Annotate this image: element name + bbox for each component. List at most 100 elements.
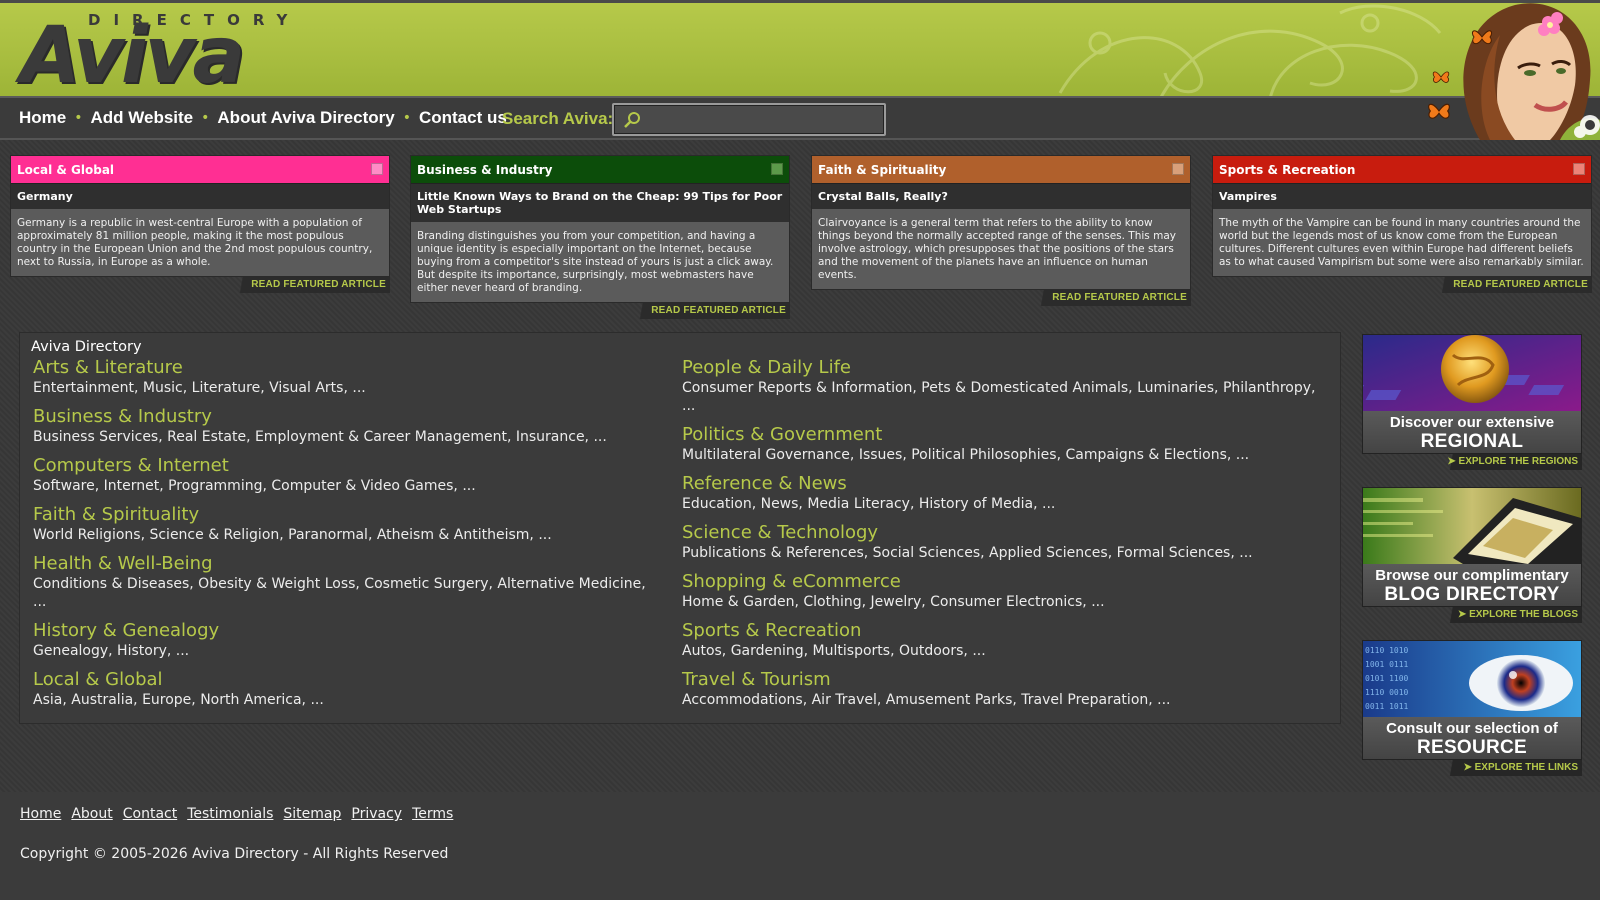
featured-category-header[interactable]: Business & Industry: [411, 156, 789, 184]
category-item: Shopping & eCommerce Home & Garden, Clot…: [682, 571, 1332, 611]
category-subcategories: Consumer Reports & Information, Pets & D…: [682, 380, 1316, 414]
explore-regions-link[interactable]: ➤ EXPLORE THE REGIONS: [1440, 454, 1582, 470]
blog-directory-banner[interactable]: Browse our complimentary BLOG DIRECTORY: [1362, 487, 1582, 607]
footer-home-link[interactable]: Home: [20, 806, 61, 822]
svg-text:0110 1010: 0110 1010: [1365, 646, 1409, 655]
category-item: Travel & Tourism Accommodations, Air Tra…: [682, 669, 1332, 709]
svg-text:1001 0111: 1001 0111: [1365, 660, 1409, 669]
featured-article-text: Germany is a republic in west-central Eu…: [17, 217, 373, 268]
arrow-right-icon: ➤: [1457, 609, 1470, 620]
category-link[interactable]: History & Genealogy: [33, 620, 663, 642]
search-input[interactable]: [646, 108, 878, 131]
directory-title: Aviva Directory: [31, 339, 142, 355]
featured-article-text: The myth of the Vampire can be found in …: [1219, 217, 1584, 268]
category-subcategories: Genealogy, History, ...: [33, 643, 190, 659]
featured-category-label: Local & Global: [17, 163, 115, 177]
featured-category-header[interactable]: Local & Global: [11, 156, 389, 184]
square-icon: [371, 163, 383, 175]
read-featured-article-link[interactable]: READ FEATURED ARTICLE: [230, 277, 390, 293]
featured-category-label: Business & Industry: [417, 163, 553, 177]
explore-blogs-link[interactable]: ➤ EXPLORE THE BLOGS: [1440, 607, 1582, 623]
featured-category-header[interactable]: Faith & Spirituality: [812, 156, 1190, 184]
category-subcategories: Software, Internet, Programming, Compute…: [33, 478, 476, 494]
nav-add-website-link[interactable]: Add Website: [91, 108, 194, 128]
footer-privacy-link[interactable]: Privacy: [351, 806, 402, 822]
category-link[interactable]: Travel & Tourism: [682, 669, 1332, 691]
laptop-image: [1363, 488, 1581, 564]
explore-links-label: EXPLORE THE LINKS: [1474, 762, 1578, 773]
category-link[interactable]: Science & Technology: [682, 522, 1332, 544]
square-icon: [771, 163, 783, 175]
directory-column-left: Arts & Literature Entertainment, Music, …: [33, 357, 663, 718]
featured-article-title[interactable]: Vampires: [1213, 184, 1591, 209]
resource-readings-banner[interactable]: 0110 1010 1001 0111 0101 1100 1110 0010 0011…: [1362, 640, 1582, 760]
category-item: Local & Global Asia, Australia, Europe, …: [33, 669, 663, 709]
eye-binary-image: 0110 1010 1001 0111 0101 1100 1110 0010 0011…: [1363, 641, 1581, 717]
category-subcategories: Entertainment, Music, Literature, Visual…: [33, 380, 366, 396]
footer-about-link[interactable]: About: [71, 806, 112, 822]
floral-swirl-decoration: [1058, 4, 1442, 96]
category-subcategories: Conditions & Diseases, Obesity & Weight …: [33, 576, 646, 610]
featured-box-sports-recreation: Sports & Recreation Vampires The myth of…: [1212, 155, 1592, 293]
banner-caption-line2: REGIONAL DIRECTORY: [1415, 431, 1528, 454]
read-featured-article-link[interactable]: READ FEATURED ARTICLE: [1432, 277, 1592, 293]
category-item: Health & Well-Being Conditions & Disease…: [33, 553, 663, 611]
footer-testimonials-link[interactable]: Testimonials: [187, 806, 273, 822]
featured-box-business-industry: Business & Industry Little Known Ways to…: [410, 155, 790, 319]
featured-article-title[interactable]: Crystal Balls, Really?: [812, 184, 1190, 209]
featured-category-label: Sports & Recreation: [1219, 163, 1356, 177]
category-link[interactable]: Computers & Internet: [33, 455, 663, 477]
footer-terms-link[interactable]: Terms: [412, 806, 453, 822]
search-icon[interactable]: [622, 110, 642, 130]
category-link[interactable]: Faith & Spirituality: [33, 504, 663, 526]
globe-keyboard-image: [1363, 335, 1581, 411]
category-item: History & Genealogy Genealogy, History, …: [33, 620, 663, 660]
search-label: Search Aviva:: [502, 109, 614, 128]
footer-sitemap-link[interactable]: Sitemap: [283, 806, 341, 822]
category-subcategories: Education, News, Media Literacy, History…: [682, 496, 1056, 512]
featured-box-local-global: Local & Global Germany Germany is a repu…: [10, 155, 390, 293]
nav-contact-link[interactable]: Contact us: [419, 108, 507, 128]
nav-links: Home • Add Website • About Aviva Directo…: [19, 108, 507, 128]
category-link[interactable]: Politics & Government: [682, 424, 1332, 446]
category-link[interactable]: People & Daily Life: [682, 357, 1332, 379]
category-item: People & Daily Life Consumer Reports & I…: [682, 357, 1332, 415]
footer-contact-link[interactable]: Contact: [123, 806, 177, 822]
category-link[interactable]: Shopping & eCommerce: [682, 571, 1332, 593]
featured-article-title[interactable]: Germany: [11, 184, 389, 209]
explore-regions-label: EXPLORE THE REGIONS: [1458, 456, 1578, 467]
logo[interactable]: Aviva: [20, 17, 245, 95]
featured-category-header[interactable]: Sports & Recreation: [1213, 156, 1591, 184]
category-link[interactable]: Health & Well-Being: [33, 553, 663, 575]
nav-about-link[interactable]: About Aviva Directory: [217, 108, 394, 128]
nav-home-link[interactable]: Home: [19, 108, 66, 128]
butterfly-icon: [1471, 30, 1493, 45]
search-box[interactable]: [612, 103, 886, 136]
explore-blogs-label: EXPLORE THE BLOGS: [1469, 609, 1578, 620]
regional-directory-banner[interactable]: Discover our extensive REGIONAL DIRECTOR…: [1362, 334, 1582, 454]
category-item: Politics & Government Multilateral Gover…: [682, 424, 1332, 464]
category-link[interactable]: Reference & News: [682, 473, 1332, 495]
category-subcategories: Asia, Australia, Europe, North America, …: [33, 692, 324, 708]
banner-caption-line1: Browse our complimentary: [1375, 567, 1569, 584]
category-subcategories: World Religions, Science & Religion, Par…: [33, 527, 552, 543]
category-link[interactable]: Sports & Recreation: [682, 620, 1332, 642]
featured-article-title[interactable]: Little Known Ways to Brand on the Cheap:…: [411, 184, 789, 222]
category-subcategories: Multilateral Governance, Issues, Politic…: [682, 447, 1250, 463]
category-link[interactable]: Arts & Literature: [33, 357, 663, 379]
site-footer: Home About Contact Testimonials Sitemap …: [0, 792, 1600, 900]
read-featured-article-link[interactable]: READ FEATURED ARTICLE: [630, 303, 790, 319]
butterfly-icon: [1428, 103, 1450, 119]
category-item: Computers & Internet Software, Internet,…: [33, 455, 663, 495]
copyright-text: Copyright © 2005-2026 Aviva Directory - …: [20, 846, 449, 862]
banner-caption-line1: Consult our selection of: [1386, 720, 1558, 737]
category-link[interactable]: Business & Industry: [33, 406, 663, 428]
category-item: Reference & News Education, News, Media …: [682, 473, 1332, 513]
category-item: Faith & Spirituality World Religions, Sc…: [33, 504, 663, 544]
read-featured-article-link[interactable]: READ FEATURED ARTICLE: [1031, 290, 1191, 306]
explore-links-link[interactable]: ➤ EXPLORE THE LINKS: [1440, 760, 1582, 776]
banner-caption: Discover our extensive REGIONAL DIRECTOR…: [1363, 411, 1581, 453]
banner-caption-line1: Discover our extensive: [1389, 414, 1555, 431]
category-link[interactable]: Local & Global: [33, 669, 663, 691]
category-subcategories: Accommodations, Air Travel, Amusement Pa…: [682, 692, 1171, 708]
